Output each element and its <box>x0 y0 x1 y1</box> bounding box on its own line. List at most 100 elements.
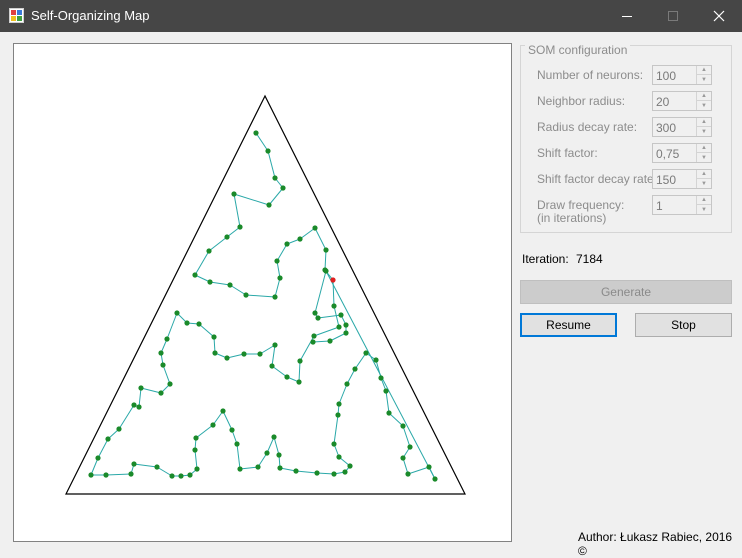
neuron <box>327 338 333 344</box>
neuron <box>266 202 272 208</box>
neuron-link <box>268 187 284 206</box>
neuron <box>296 379 302 385</box>
spin-down-icon[interactable]: ▼ <box>697 75 711 84</box>
spin-up-icon[interactable]: ▲ <box>697 144 711 153</box>
neuron-link <box>313 326 340 337</box>
neuron <box>192 272 198 278</box>
neuron-link <box>195 424 214 439</box>
radius-decay-value: 300 <box>656 121 677 135</box>
neuron <box>234 441 240 447</box>
minimize-icon <box>622 16 632 17</box>
minimize-button[interactable] <box>604 0 650 32</box>
winner-neuron <box>330 277 336 283</box>
neuron <box>323 268 329 274</box>
neuron <box>373 357 379 363</box>
draw-frequency-stepper[interactable]: 1 ▲ ▼ <box>652 195 712 215</box>
neuron <box>383 388 389 394</box>
neuron-link <box>314 270 327 314</box>
neuron-link <box>233 193 241 228</box>
stop-button[interactable]: Stop <box>635 313 732 337</box>
neuron <box>206 248 212 254</box>
spin-down-icon[interactable]: ▼ <box>697 153 711 162</box>
neuron <box>237 466 243 472</box>
spin-down-icon[interactable]: ▼ <box>697 101 711 110</box>
radius-decay-stepper[interactable]: 300 ▲ ▼ <box>652 117 712 137</box>
neuron <box>95 455 101 461</box>
neuron <box>323 247 329 253</box>
radius-label: Neighbor radius: <box>537 94 626 108</box>
neuron-link <box>226 353 245 359</box>
neuron-link <box>162 364 171 385</box>
shift-factor-label: Shift factor: <box>537 146 598 160</box>
neuron <box>336 454 342 460</box>
neuron <box>154 464 160 470</box>
spin-up-icon[interactable]: ▲ <box>697 118 711 127</box>
neuron <box>277 275 283 281</box>
neuron <box>184 320 190 326</box>
neuron <box>224 355 230 361</box>
neuron <box>363 350 369 356</box>
spin-down-icon[interactable]: ▼ <box>697 127 711 136</box>
neuron <box>352 366 358 372</box>
neuron-link <box>267 150 276 179</box>
neuron-link <box>259 344 276 355</box>
spin-up-icon[interactable]: ▲ <box>697 196 711 205</box>
neuron-link <box>133 463 158 468</box>
neuron-link <box>233 193 270 206</box>
neuron <box>272 342 278 348</box>
neuron <box>314 470 320 476</box>
neuron-link <box>90 457 99 476</box>
neuron <box>343 330 349 336</box>
neuron <box>211 334 217 340</box>
neuron-link <box>105 473 132 476</box>
spin-up-icon[interactable]: ▲ <box>697 66 711 75</box>
neuron <box>400 455 406 461</box>
resume-button[interactable]: Resume <box>520 313 617 337</box>
neuron-link <box>407 466 430 475</box>
neuron <box>116 426 122 432</box>
maximize-button[interactable] <box>650 0 696 32</box>
neurons-label: Number of neurons: <box>537 68 644 82</box>
iteration-label: Iteration: <box>522 252 569 266</box>
spin-down-icon[interactable]: ▼ <box>697 179 711 188</box>
neuron-link <box>324 249 327 271</box>
triangle-boundary <box>65 94 466 495</box>
spin-up-icon[interactable]: ▲ <box>697 170 711 179</box>
neuron-link <box>333 305 340 328</box>
neuron <box>136 404 142 410</box>
neuron-link <box>156 466 173 477</box>
neuron <box>386 410 392 416</box>
neuron <box>407 444 413 450</box>
som-map <box>65 94 466 495</box>
neuron <box>297 236 303 242</box>
spin-up-icon[interactable]: ▲ <box>697 92 711 101</box>
neuron <box>220 408 226 414</box>
neuron <box>336 324 342 330</box>
title-bar: Self-Organizing Map <box>0 0 742 32</box>
neuron <box>207 279 213 285</box>
neuron-link <box>271 365 288 378</box>
neuron <box>131 461 137 467</box>
neurons-stepper[interactable]: 100 ▲ ▼ <box>652 65 712 85</box>
neuron-link <box>276 243 288 262</box>
shift-factor-stepper[interactable]: 0,75 ▲ ▼ <box>652 143 712 163</box>
neuron <box>160 362 166 368</box>
neuron <box>229 427 235 433</box>
neuron <box>378 375 384 381</box>
radius-stepper[interactable]: 20 ▲ ▼ <box>652 91 712 111</box>
shift-decay-stepper[interactable]: 150 ▲ ▼ <box>652 169 712 189</box>
neuron-link <box>229 284 247 296</box>
neuron <box>293 468 299 474</box>
close-button[interactable] <box>696 0 742 32</box>
app-icon <box>9 8 24 23</box>
neuron <box>196 321 202 327</box>
spin-down-icon[interactable]: ▼ <box>697 205 711 214</box>
neuron <box>158 350 164 356</box>
neuron-link <box>140 387 162 394</box>
neuron <box>224 234 230 240</box>
neuron <box>400 423 406 429</box>
neuron <box>88 472 94 478</box>
generate-button[interactable]: Generate <box>520 280 732 304</box>
draw-frequency-sublabel: (in iterations) <box>537 211 607 225</box>
neuron-link <box>273 436 280 456</box>
